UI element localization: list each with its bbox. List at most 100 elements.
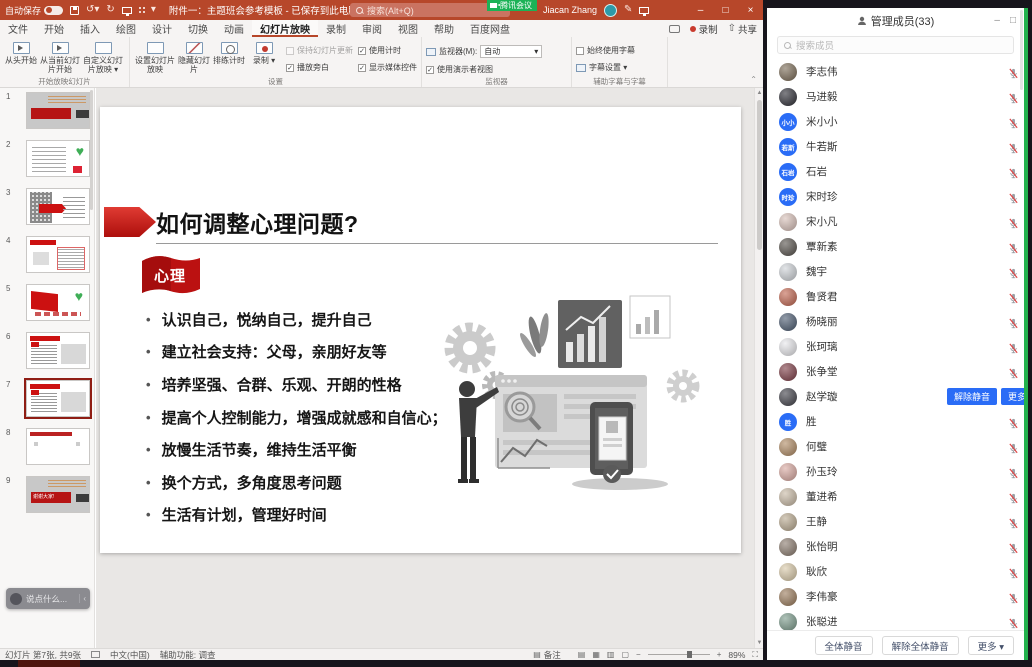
member-row[interactable]: 覃新素 — [767, 234, 1024, 259]
close-button[interactable]: × — [738, 0, 763, 20]
grid-icon[interactable] — [139, 7, 141, 9]
normal-view-icon[interactable]: ▤ — [578, 650, 586, 659]
member-row[interactable]: 若斯牛若斯 — [767, 134, 1024, 159]
user-name[interactable]: Jiacan Zhang — [543, 5, 597, 15]
muted-mic-icon[interactable] — [1008, 316, 1019, 334]
muted-mic-icon[interactable] — [1008, 591, 1019, 609]
play-narration-checkbox[interactable]: 播放旁白 — [286, 62, 353, 73]
muted-mic-icon[interactable] — [1008, 516, 1019, 534]
present-icon[interactable] — [122, 7, 132, 14]
meeting-chat-bubble[interactable]: 说点什么... ‹ — [6, 588, 90, 609]
member-row[interactable]: 石岩石岩 — [767, 159, 1024, 184]
slide-sorter-icon[interactable]: ▦ — [592, 650, 600, 659]
presenter-view-checkbox[interactable]: 使用演示者视图 — [426, 64, 493, 75]
from-beginning-button[interactable]: 从头开始 — [4, 39, 38, 76]
tab-视图[interactable]: 视图 — [390, 20, 426, 37]
muted-mic-icon[interactable] — [1008, 91, 1019, 109]
footer-more-button[interactable]: 更多 ▾ — [968, 636, 1014, 655]
hide-slide-button[interactable]: 隐藏幻灯片 — [177, 39, 211, 76]
member-row[interactable]: 时珍宋时珍 — [767, 184, 1024, 209]
tab-动画[interactable]: 动画 — [216, 20, 252, 37]
scroll-down-icon[interactable]: ▼ — [755, 638, 764, 648]
member-row[interactable]: 李伟豪 — [767, 584, 1024, 609]
record-button[interactable]: 录制 — [690, 22, 718, 36]
slide-thumbnail[interactable] — [26, 140, 90, 177]
tab-百度网盘[interactable]: 百度网盘 — [462, 20, 518, 37]
member-list-scrollbar[interactable] — [1020, 10, 1023, 90]
member-row[interactable]: 李志伟 — [767, 59, 1024, 84]
setup-slideshow-button[interactable]: 设置幻灯片放映 — [134, 39, 176, 76]
muted-mic-icon[interactable] — [1008, 241, 1019, 259]
search-box[interactable]: 搜索(Alt+Q) — [350, 3, 510, 17]
member-row[interactable]: 杨晓丽 — [767, 309, 1024, 334]
muted-mic-icon[interactable] — [1008, 541, 1019, 559]
tab-插入[interactable]: 插入 — [72, 20, 108, 37]
fit-to-window-icon[interactable]: ⛶ — [752, 650, 758, 660]
toolbar-more-icon[interactable]: ▾ — [151, 5, 156, 15]
panel-minimize-button[interactable]: – — [994, 15, 1000, 26]
pen-icon[interactable]: ✎ — [624, 5, 632, 15]
slide-thumbnail[interactable] — [26, 332, 90, 369]
meeting-overlay-badge[interactable]: 腾讯会议 — [487, 0, 537, 11]
current-slide[interactable]: 如何调整心理问题? 心理 认识自己，悦纳自己，提升自己建立社会支持：父母，亲朋好… — [100, 107, 741, 553]
member-row[interactable]: 何璧 — [767, 434, 1024, 459]
autosave-toggle[interactable]: 自动保存 — [5, 4, 63, 17]
muted-mic-icon[interactable] — [1008, 116, 1019, 134]
thumbnail-scrollbar[interactable] — [90, 90, 93, 210]
unmute-all-button[interactable]: 解除全体静音 — [882, 636, 959, 655]
zoom-level[interactable]: 89% — [728, 650, 745, 660]
redo-icon[interactable]: ↻ — [106, 5, 114, 15]
collapse-ribbon-icon[interactable]: ⌃ — [750, 75, 757, 84]
custom-slideshow-button[interactable]: 自定义幻灯片放映 ▾ — [82, 39, 124, 76]
member-row[interactable]: 耿欣 — [767, 559, 1024, 584]
member-row[interactable]: 小小米小小 — [767, 109, 1024, 134]
member-row[interactable]: 魏宇 — [767, 259, 1024, 284]
member-row[interactable]: 胜胜 — [767, 409, 1024, 434]
panel-maximize-button[interactable]: □ — [1010, 15, 1016, 26]
slide-thumbnail[interactable] — [26, 284, 90, 321]
muted-mic-icon[interactable] — [1008, 141, 1019, 159]
tab-绘图[interactable]: 绘图 — [108, 20, 144, 37]
notes-button[interactable]: ▤备注 — [533, 649, 561, 661]
member-row[interactable]: 张聪进 — [767, 609, 1024, 630]
tab-帮助[interactable]: 帮助 — [426, 20, 462, 37]
accessibility-indicator[interactable]: 辅助功能: 调查 — [160, 649, 216, 661]
member-row[interactable]: 赵学璇解除静音更多 ▾ — [767, 384, 1024, 409]
share-button[interactable]: ⇧共享 — [728, 22, 757, 36]
tab-开始[interactable]: 开始 — [36, 20, 72, 37]
member-row[interactable]: 王静 — [767, 509, 1024, 534]
maximize-button[interactable]: □ — [713, 0, 738, 20]
zoom-slider[interactable] — [648, 654, 710, 655]
scroll-up-icon[interactable]: ▲ — [755, 88, 764, 98]
user-avatar[interactable] — [604, 4, 617, 17]
muted-mic-icon[interactable] — [1008, 416, 1019, 434]
muted-mic-icon[interactable] — [1008, 491, 1019, 509]
document-title[interactable]: 附件一：主题班会参考模板 - 已保存到此电脑 ∨ — [169, 3, 368, 17]
member-row[interactable]: 马进毅 — [767, 84, 1024, 109]
muted-mic-icon[interactable] — [1008, 191, 1019, 209]
save-icon[interactable] — [70, 6, 79, 15]
tab-录制[interactable]: 录制 — [318, 20, 354, 37]
slide-thumbnail[interactable] — [26, 236, 90, 273]
window-mode-icon[interactable] — [639, 7, 649, 14]
zoom-knob[interactable] — [687, 651, 692, 658]
zoom-in-icon[interactable]: + — [717, 650, 722, 659]
tab-审阅[interactable]: 审阅 — [354, 20, 390, 37]
member-row[interactable]: 宋小凡 — [767, 209, 1024, 234]
muted-mic-icon[interactable] — [1008, 341, 1019, 359]
slide-thumbnail[interactable] — [26, 428, 90, 465]
scrollbar-thumb[interactable] — [757, 100, 762, 250]
tab-文件[interactable]: 文件 — [0, 20, 36, 37]
muted-mic-icon[interactable] — [1008, 166, 1019, 184]
always-captions-checkbox[interactable]: 始终使用字幕 — [576, 45, 635, 56]
unmute-member-button[interactable]: 解除静音 — [947, 388, 997, 405]
muted-mic-icon[interactable] — [1008, 291, 1019, 309]
reading-view-icon[interactable]: ▥ — [607, 650, 615, 659]
member-search-input[interactable]: 搜索成员 — [777, 36, 1014, 54]
slide-thumbnail[interactable] — [26, 188, 90, 225]
rehearse-timings-button[interactable]: 排练计时 — [212, 39, 246, 76]
member-row[interactable]: 张争堂 — [767, 359, 1024, 384]
show-media-controls-checkbox[interactable]: 显示媒体控件 — [358, 62, 417, 73]
member-row[interactable]: 鲁贤君 — [767, 284, 1024, 309]
monitor-dropdown[interactable]: 自动▾ — [480, 45, 542, 58]
